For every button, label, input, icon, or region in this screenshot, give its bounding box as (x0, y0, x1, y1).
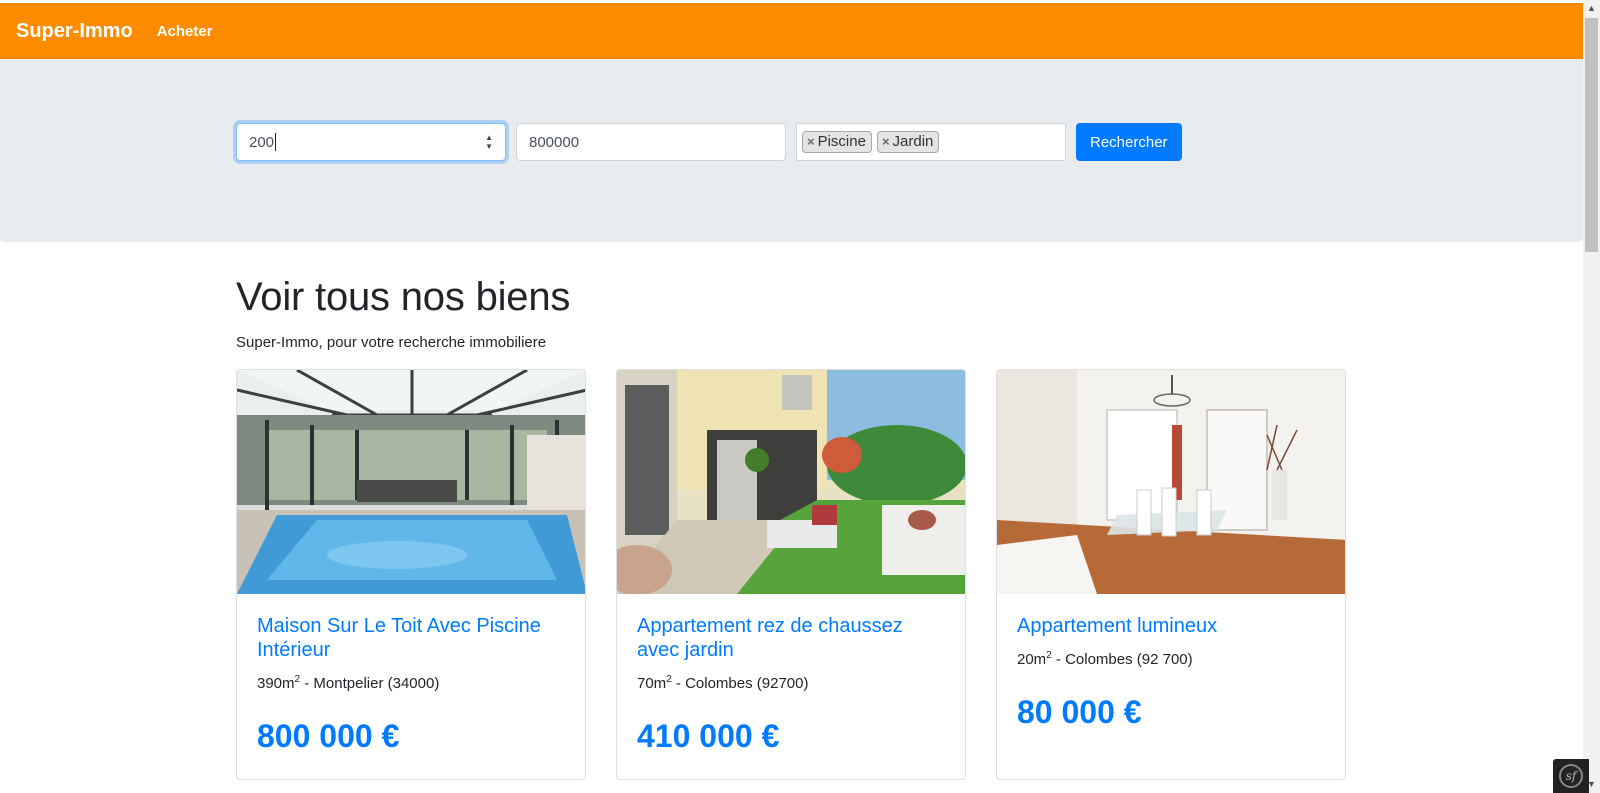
bright-dining-room-photo[interactable] (997, 370, 1345, 594)
property-card-list: Maison Sur Le Toit Avec Piscine Intérieu… (236, 369, 1346, 780)
scroll-up-arrow-icon[interactable]: ▲ (1583, 0, 1600, 17)
property-location: - Colombes (92 700) (1051, 651, 1193, 668)
tag-jardin[interactable]: × Jardin (876, 131, 940, 153)
scrollbar-thumb[interactable] (1585, 18, 1598, 252)
surface-number-input[interactable]: 200 ▲ ▼ (236, 123, 506, 161)
property-title[interactable]: Appartement rez de chaussez avec jardin (637, 614, 945, 662)
property-card[interactable]: Appartement rez de chaussez avec jardin … (616, 369, 966, 780)
vertical-scrollbar[interactable]: ▲ ▼ (1583, 0, 1600, 793)
tag-label: Jardin (892, 133, 934, 150)
max-price-value: 800000 (529, 133, 580, 151)
indoor-pool-photo[interactable] (237, 370, 585, 594)
card-body: Maison Sur Le Toit Avec Piscine Intérieu… (237, 594, 585, 779)
property-meta: 20m2 - Colombes (92 700) (1017, 650, 1325, 668)
search-form: 200 ▲ ▼ 800000 × Piscine × Jardin Recherc… (236, 123, 1182, 161)
card-body: Appartement lumineux 20m2 - Colombes (92… (997, 594, 1345, 755)
max-price-input[interactable]: 800000 (516, 123, 786, 161)
page: Super-Immo Acheter 200 ▲ ▼ 800000 × Pisci… (0, 0, 1600, 793)
text-caret (275, 133, 277, 151)
page-title: Voir tous nos biens (236, 275, 571, 319)
property-price: 410 000 € (637, 718, 780, 754)
property-area: 20m (1017, 651, 1047, 668)
property-title[interactable]: Maison Sur Le Toit Avec Piscine Intérieu… (257, 614, 565, 662)
options-tag-select[interactable]: × Piscine × Jardin (796, 123, 1066, 161)
nav-link-acheter[interactable]: Acheter (157, 23, 213, 40)
search-panel: 200 ▲ ▼ 800000 × Piscine × Jardin Recherc… (0, 59, 1583, 242)
number-spinner-icon[interactable]: ▲ ▼ (485, 133, 493, 151)
property-location: - Montpelier (34000) (300, 675, 440, 692)
symfony-logo-icon: sf (1559, 764, 1583, 788)
property-meta: 70m2 - Colombes (92700) (637, 674, 945, 692)
page-subtitle: Super-Immo, pour votre recherche immobil… (236, 334, 547, 351)
tag-label: Piscine (817, 133, 866, 150)
property-meta: 390m2 - Montpelier (34000) (257, 674, 565, 692)
remove-tag-icon[interactable]: × (882, 134, 890, 149)
property-price: 800 000 € (257, 718, 400, 754)
property-card[interactable]: Maison Sur Le Toit Avec Piscine Intérieu… (236, 369, 586, 780)
search-button[interactable]: Rechercher (1076, 123, 1182, 161)
property-area: 70m (637, 675, 667, 692)
brand-logo[interactable]: Super-Immo (16, 20, 133, 43)
garden-terrace-photo[interactable] (617, 370, 965, 594)
tag-piscine[interactable]: × Piscine (802, 131, 872, 153)
property-location: - Colombes (92700) (671, 675, 809, 692)
property-card[interactable]: Appartement lumineux 20m2 - Colombes (92… (996, 369, 1346, 780)
property-price: 80 000 € (1017, 694, 1142, 730)
remove-tag-icon[interactable]: × (807, 134, 815, 149)
symfony-toolbar-toggle[interactable]: sf (1553, 759, 1589, 793)
navbar: Super-Immo Acheter (0, 3, 1583, 59)
property-title[interactable]: Appartement lumineux (1017, 614, 1325, 638)
card-body: Appartement rez de chaussez avec jardin … (617, 594, 965, 779)
surface-input-value: 200 (249, 133, 275, 151)
property-area: 390m (257, 675, 295, 692)
